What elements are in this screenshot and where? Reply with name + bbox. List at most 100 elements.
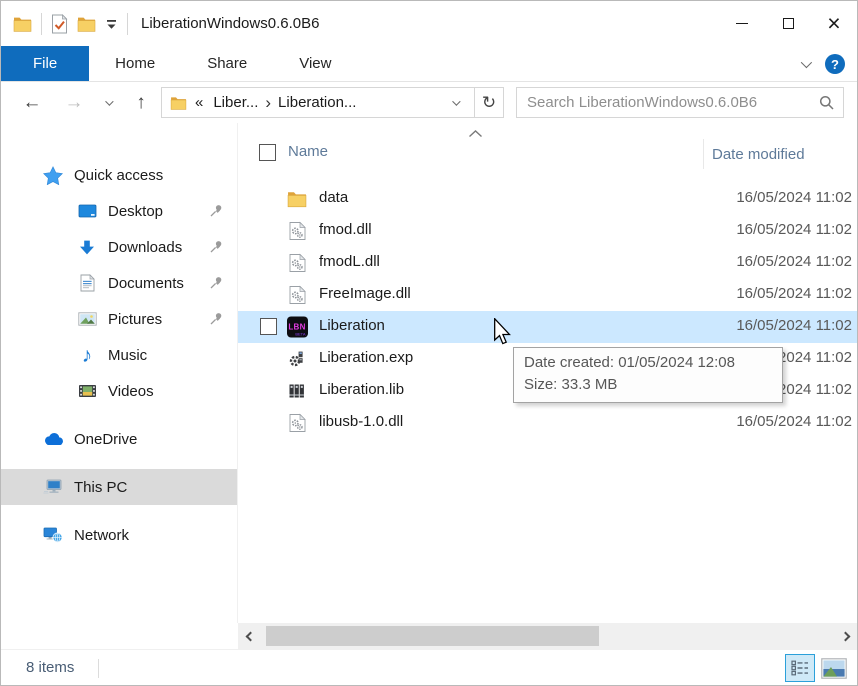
view-buttons	[785, 654, 849, 682]
music-note-icon: ♪	[75, 345, 99, 366]
sidebar-item-onedrive[interactable]: OneDrive	[1, 421, 237, 457]
file-row-libusb-dll[interactable]: libusb-1.0.dll 16/05/2024 11:02	[238, 407, 857, 439]
search-box	[516, 87, 844, 118]
file-row-data[interactable]: data 16/05/2024 11:02	[238, 183, 857, 215]
item-count: 8 items	[26, 659, 74, 676]
mouse-cursor	[493, 318, 512, 349]
sidebar-item-documents[interactable]: Documents	[1, 265, 237, 301]
onedrive-cloud-icon	[41, 432, 65, 446]
scroll-right-button[interactable]	[835, 623, 855, 649]
tooltip-size: Size: 33.3 MB	[524, 374, 772, 396]
sidebar-item-network[interactable]: Network	[1, 517, 237, 553]
close-button[interactable]: ×	[811, 1, 857, 46]
sidebar-item-desktop[interactable]: Desktop	[1, 193, 237, 229]
sidebar-spacer	[1, 409, 237, 421]
navigation-pane: Quick access Desktop Downloads Doc	[1, 123, 238, 623]
tab-share[interactable]: Share	[181, 46, 273, 81]
file-row-liberation[interactable]: LBNBETA Liberation 16/05/2024 11:02	[238, 311, 857, 343]
refresh-button[interactable]: ↻	[475, 88, 503, 117]
column-header-date-modified[interactable]: Date modified	[703, 139, 805, 169]
breadcrumb-parent[interactable]: Liber...	[213, 94, 258, 111]
breadcrumb-current[interactable]: Liberation...	[278, 94, 356, 111]
toolbar-separator	[41, 13, 42, 35]
scrollbar-thumb[interactable]	[266, 626, 599, 646]
file-row-fmodl-dll[interactable]: fmodL.dll 16/05/2024 11:02	[238, 247, 857, 279]
sidebar-item-videos[interactable]: Videos	[1, 373, 237, 409]
status-divider	[98, 659, 99, 678]
sidebar-item-quick-access[interactable]: Quick access	[1, 157, 237, 193]
help-button[interactable]: ?	[825, 54, 845, 74]
sidebar-item-pictures[interactable]: Pictures	[1, 301, 237, 337]
refresh-icon: ↻	[482, 93, 496, 113]
maximize-icon	[783, 18, 794, 29]
search-icon[interactable]	[819, 95, 835, 115]
status-bar: 8 items	[1, 649, 857, 685]
recent-locations-button[interactable]	[95, 82, 121, 123]
close-icon: ×	[827, 12, 840, 35]
scroll-left-button[interactable]	[240, 623, 260, 649]
minimize-icon	[736, 23, 748, 25]
minimize-button[interactable]	[719, 1, 765, 46]
sidebar-spacer	[1, 505, 237, 517]
quick-access-toolbar	[1, 13, 128, 35]
help-icon: ?	[831, 57, 839, 72]
forward-icon: →	[65, 92, 84, 114]
navigation-bar: ← → ↑ « Liber... › Liberation... ↻	[1, 82, 857, 123]
chevron-left-icon	[245, 631, 255, 641]
tab-file[interactable]: File	[1, 46, 89, 81]
folder-icon	[286, 191, 308, 208]
address-folder-icon	[170, 96, 187, 110]
details-view-button[interactable]	[785, 654, 815, 682]
computer-icon	[41, 479, 65, 495]
column-header-name[interactable]: Name	[288, 143, 328, 160]
up-button[interactable]: ↑	[123, 82, 159, 123]
forward-button[interactable]: →	[57, 82, 91, 123]
maximize-button[interactable]	[765, 1, 811, 46]
properties-check-icon[interactable]	[51, 14, 68, 34]
search-input[interactable]	[517, 88, 843, 117]
pin-icon	[210, 276, 223, 293]
breadcrumb-overflow[interactable]: «	[195, 94, 203, 111]
window-controls: ×	[719, 1, 857, 46]
horizontal-scrollbar[interactable]	[238, 623, 857, 649]
file-explorer-window: LiberationWindows0.6.0B6 × File Home Sha…	[0, 0, 858, 686]
dll-file-icon	[286, 414, 308, 433]
chevron-down-icon	[105, 97, 113, 105]
sidebar-item-music[interactable]: ♪ Music	[1, 337, 237, 373]
row-checkbox[interactable]	[260, 318, 277, 335]
thumbnail-view-button[interactable]	[819, 654, 849, 682]
select-all-checkbox[interactable]	[259, 144, 276, 161]
file-info-tooltip: Date created: 01/05/2024 12:08 Size: 33.…	[513, 347, 783, 403]
dll-file-icon	[286, 254, 308, 273]
tab-home[interactable]: Home	[89, 46, 181, 81]
new-folder-icon[interactable]	[77, 16, 96, 32]
file-row-freeimage-dll[interactable]: FreeImage.dll 16/05/2024 11:02	[238, 279, 857, 311]
desktop-icon	[75, 204, 99, 218]
thumbnail-view-icon	[821, 658, 847, 679]
film-icon	[75, 384, 99, 398]
ribbon-right-controls: ?	[801, 46, 845, 82]
tab-view[interactable]: View	[273, 46, 357, 81]
back-button[interactable]: ←	[15, 82, 49, 123]
sidebar-item-this-pc[interactable]: This PC	[1, 469, 237, 505]
pin-icon	[210, 312, 223, 329]
sidebar-spacer	[1, 457, 237, 469]
network-icon	[41, 527, 65, 543]
sidebar-item-downloads[interactable]: Downloads	[1, 229, 237, 265]
explorer-folder-icon[interactable]	[13, 16, 32, 32]
customize-toolbar-icon[interactable]	[105, 18, 118, 30]
dll-file-icon	[286, 286, 308, 305]
address-bar[interactable]: « Liber... › Liberation... ↻	[161, 87, 504, 118]
address-dropdown-icon[interactable]	[452, 97, 460, 105]
collapse-ribbon-icon[interactable]	[801, 57, 812, 68]
window-title: LiberationWindows0.6.0B6	[141, 15, 319, 32]
up-icon: ↑	[136, 92, 146, 114]
exports-file-icon	[286, 350, 308, 368]
file-row-fmod-dll[interactable]: fmod.dll 16/05/2024 11:02	[238, 215, 857, 247]
pin-icon	[210, 204, 223, 221]
column-headers: Name Date modified	[238, 139, 857, 169]
titlebar: LiberationWindows0.6.0B6 ×	[1, 1, 857, 46]
chevron-right-icon	[840, 631, 850, 641]
address-bar-right: ↻	[452, 88, 503, 117]
breadcrumb-separator-icon: ›	[258, 94, 278, 111]
